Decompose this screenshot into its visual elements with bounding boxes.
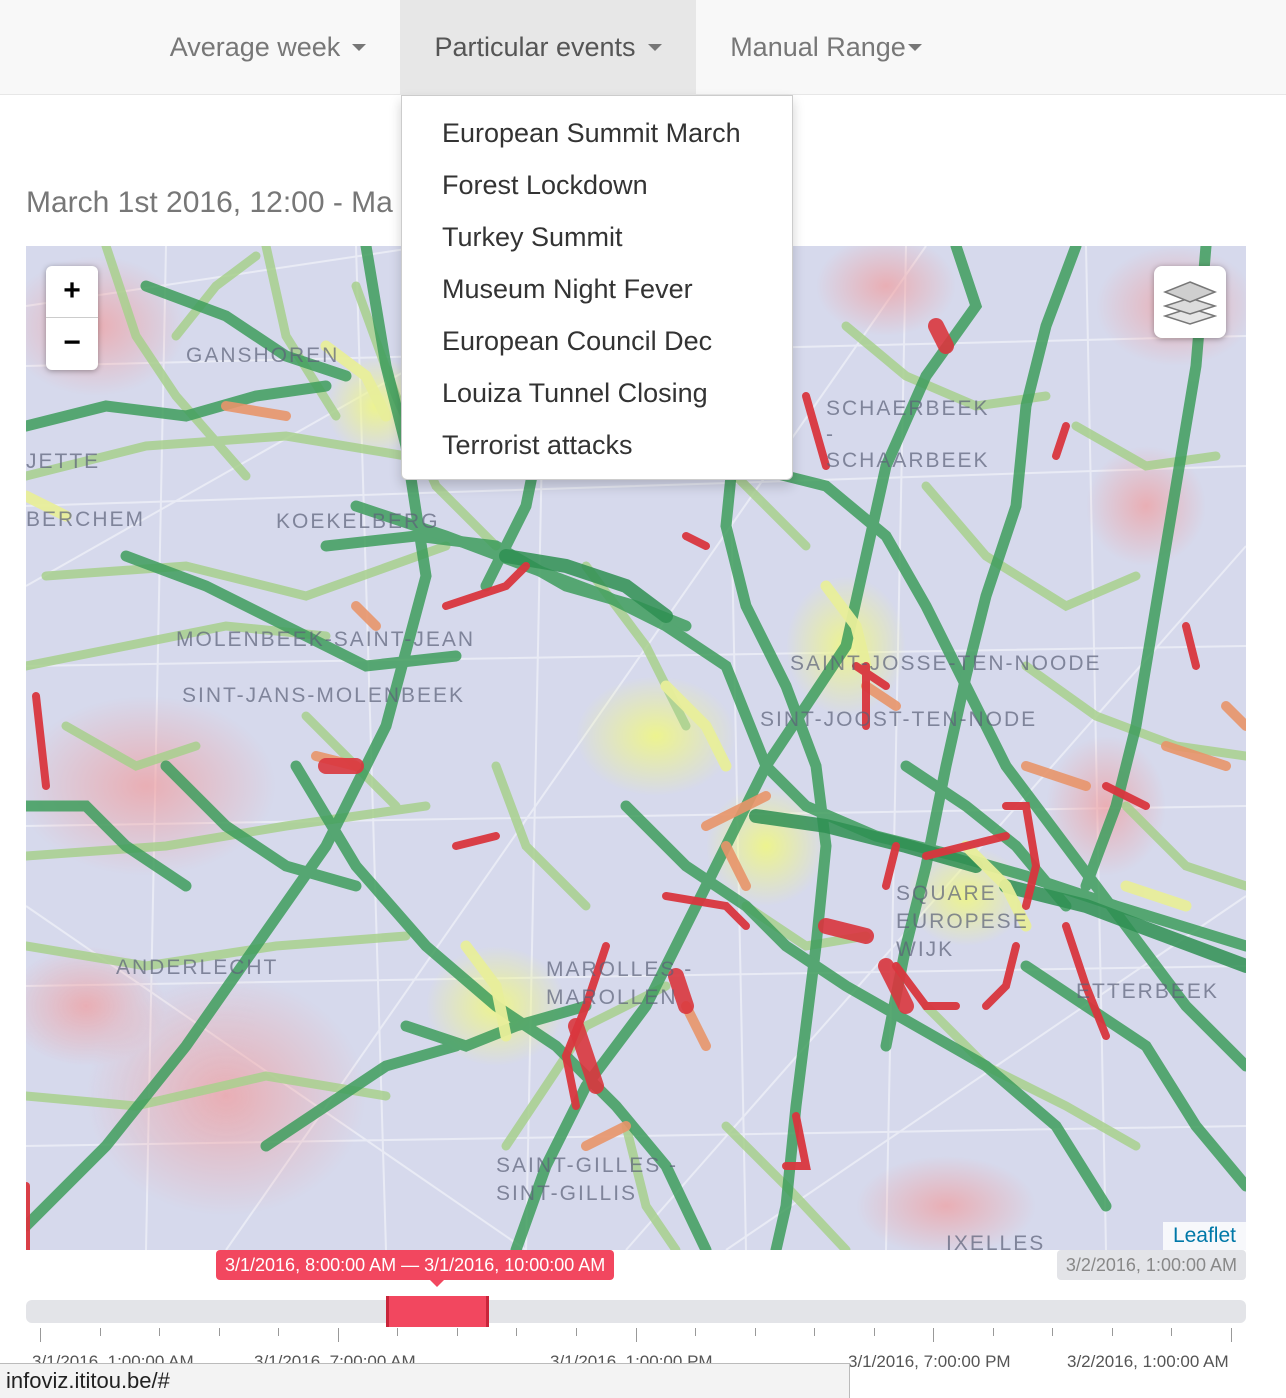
dropdown-item-forest-lockdown[interactable]: Forest Lockdown (402, 159, 792, 211)
slider-max-label: 3/2/2016, 1:00:00 AM (1056, 1250, 1246, 1280)
nav-manual-range[interactable]: Manual Range (696, 0, 956, 94)
selected-range-label: 3/1/2016, 8:00:00 AM — 3/1/2016, 10:00:0… (216, 1250, 615, 1287)
dropdown-item-terrorist-attacks[interactable]: Terrorist attacks (402, 419, 792, 471)
tick (993, 1328, 994, 1336)
zoom-out-button[interactable]: − (46, 318, 98, 370)
nav-particular-events-label: Particular events (434, 31, 636, 62)
tick (1171, 1328, 1172, 1336)
zoom-control: + − (46, 266, 98, 370)
axis-label: 3/2/2016, 1:00:00 AM (1067, 1352, 1229, 1371)
tick (219, 1328, 220, 1336)
tick (576, 1328, 577, 1336)
district-label: MOLENBEEK-SAINT-JEAN (176, 628, 476, 651)
tick (636, 1328, 637, 1342)
tick (100, 1328, 101, 1336)
dropdown-item-museum-night-fever[interactable]: Museum Night Fever (402, 263, 792, 315)
tick (278, 1328, 279, 1336)
district-label: SINT-JANS-MOLENBEEK (182, 684, 466, 707)
time-slider-selection[interactable] (386, 1296, 489, 1327)
tick (457, 1328, 458, 1336)
leaflet-attribution-link[interactable]: Leaflet (1162, 1222, 1246, 1250)
tick (933, 1328, 934, 1342)
zoom-in-button[interactable]: + (46, 266, 98, 318)
axis-label: 3/1/2016, 7:00:00 PM (848, 1352, 1011, 1371)
chevron-down-icon (352, 43, 367, 51)
tick (755, 1328, 756, 1336)
nav-average-week[interactable]: Average week (136, 0, 400, 94)
district-label: SINT-JOOST-TEN-NODE (760, 708, 1038, 731)
chevron-down-icon (907, 43, 922, 51)
tick (814, 1328, 815, 1336)
tick (159, 1328, 160, 1336)
tick (397, 1328, 398, 1336)
district-label: SAINT-JOSSE-TEN-NOODE (790, 652, 1102, 675)
tick (40, 1328, 41, 1342)
tick (338, 1328, 339, 1342)
tick (695, 1328, 696, 1336)
district-label: BERCHEM (26, 508, 146, 531)
dropdown-item-european-summit-march[interactable]: European Summit March (402, 107, 792, 159)
layers-icon (1163, 281, 1217, 325)
district-label: IXELLES (946, 1232, 1046, 1250)
layers-button[interactable] (1154, 266, 1226, 338)
district-label: MAROLLES - MAROLLEN (546, 958, 694, 1009)
tick (1112, 1328, 1113, 1336)
district-label: SQUARE EUROPESE WIJK (896, 882, 1029, 961)
range-title: March 1st 2016, 12:00 - Ma (26, 186, 393, 219)
tick (516, 1328, 517, 1336)
tick (1052, 1328, 1053, 1336)
district-label: SAINT-GILLES - SINT-GILLIS (496, 1154, 679, 1205)
dropdown-item-turkey-summit[interactable]: Turkey Summit (402, 211, 792, 263)
tick (874, 1328, 875, 1336)
nav-average-week-label: Average week (169, 31, 341, 62)
particular-events-dropdown: European Summit March Forest Lockdown Tu… (401, 95, 793, 480)
nav-manual-range-label: Manual Range (730, 31, 906, 62)
dropdown-item-louiza-tunnel-closing[interactable]: Louiza Tunnel Closing (402, 367, 792, 419)
browser-status-url: infoviz.ititou.be/# (0, 1363, 850, 1398)
district-label: GANSHOREN (186, 344, 340, 367)
top-navbar: Average week Particular events Manual Ra… (0, 0, 1286, 95)
tick (1231, 1328, 1232, 1342)
nav-particular-events[interactable]: Particular events (400, 0, 696, 94)
dropdown-item-european-council-dec[interactable]: European Council Dec (402, 315, 792, 367)
district-label: ETTERBEEK (1076, 980, 1219, 1003)
chevron-down-icon (647, 43, 662, 51)
district-label: JETTE (26, 450, 101, 473)
district-label: ANDERLECHT (116, 956, 279, 979)
time-slider-track[interactable] (26, 1300, 1246, 1323)
district-label: SCHAERBEEK - SCHAARBEEK (826, 397, 990, 472)
district-label: KOEKELBERG (276, 510, 440, 533)
